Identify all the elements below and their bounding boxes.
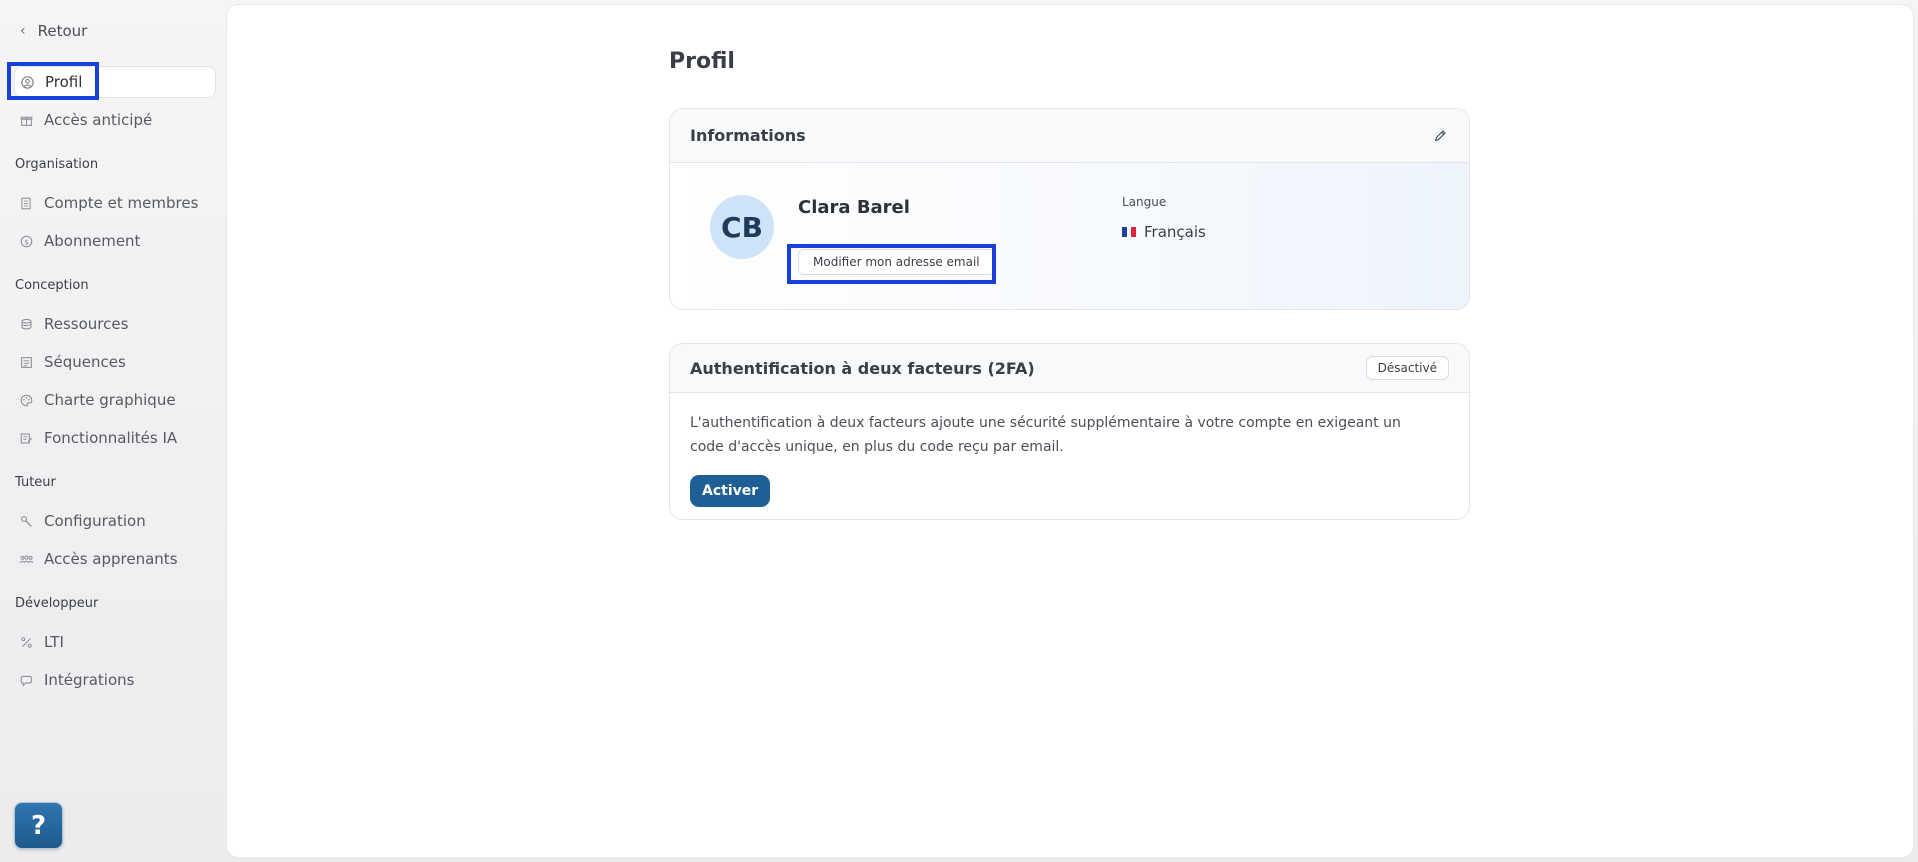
sidebar-item-label: Intégrations: [44, 671, 135, 689]
back-link[interactable]: ‹ Retour: [20, 22, 87, 40]
plug-icon: [18, 672, 34, 688]
sidebar-item-label: LTI: [44, 633, 64, 651]
sidebar-item-acces-anticipe[interactable]: Accès anticipé: [14, 104, 216, 136]
informations-card-header: Informations: [670, 109, 1469, 163]
sidebar-item-profil[interactable]: Profil: [14, 66, 216, 98]
twofa-card: Authentification à deux facteurs (2FA) D…: [669, 343, 1470, 520]
sidebar-item-lti[interactable]: LTI: [14, 626, 216, 658]
sidebar-item-label: Abonnement: [44, 232, 141, 250]
coin-icon: $: [18, 233, 34, 249]
pencil-icon[interactable]: [1431, 127, 1449, 145]
twofa-card-title: Authentification à deux facteurs (2FA): [690, 358, 1035, 378]
language-value: Français: [1122, 223, 1206, 241]
list-icon: [18, 354, 34, 370]
twofa-card-body: L'authentification à deux facteurs ajout…: [670, 393, 1469, 519]
language-label: Langue: [1122, 195, 1167, 209]
sidebar-item-label: Ressources: [44, 315, 129, 333]
main-panel: Profil Informations CB Clara Barel Modif…: [226, 4, 1914, 858]
sidebar-item-label: Configuration: [44, 512, 146, 530]
section-title-tuteur: Tuteur: [15, 475, 56, 490]
back-label: Retour: [37, 22, 88, 40]
twofa-card-header: Authentification à deux facteurs (2FA) D…: [670, 344, 1469, 393]
user-name: Clara Barel: [798, 197, 910, 218]
sidebar-item-label: Séquences: [44, 353, 126, 371]
chevron-left-icon: ‹: [20, 23, 26, 39]
sidebar-item-label: Fonctionnalités IA: [44, 429, 178, 447]
sidebar: ‹ Retour Profil Accès anticipé Organisat…: [0, 0, 225, 862]
informations-card-body: CB Clara Barel Modifier mon adresse emai…: [670, 163, 1469, 309]
page-title: Profil: [669, 49, 735, 74]
document-icon: [18, 195, 34, 211]
sidebar-item-charte-graphique[interactable]: Charte graphique: [14, 384, 216, 416]
avatar: CB: [710, 195, 774, 259]
database-icon: [18, 316, 34, 332]
sidebar-item-compte-et-membres[interactable]: Compte et membres: [14, 187, 216, 219]
sidebar-item-abonnement[interactable]: $ Abonnement: [14, 225, 216, 257]
sidebar-item-label: Profil: [45, 73, 83, 91]
twofa-description: L'authentification à deux facteurs ajout…: [690, 415, 1401, 455]
sidebar-item-label: Charte graphique: [44, 391, 176, 409]
percent-icon: [18, 634, 34, 650]
sidebar-item-label: Accès apprenants: [44, 550, 178, 568]
section-title-conception: Conception: [15, 278, 89, 293]
wrench-icon: [18, 513, 34, 529]
sidebar-item-sequences[interactable]: Séquences: [14, 346, 216, 378]
sidebar-item-label: Compte et membres: [44, 194, 199, 212]
palette-icon: [18, 392, 34, 408]
sidebar-item-configuration[interactable]: Configuration: [14, 505, 216, 537]
help-button[interactable]: ?: [14, 802, 63, 849]
french-flag-icon: [1122, 227, 1137, 237]
ai-edit-icon: [18, 430, 34, 446]
user-circle-icon: [19, 74, 35, 90]
sidebar-item-ressources[interactable]: Ressources: [14, 308, 216, 340]
svg-text:$: $: [24, 237, 29, 246]
sidebar-item-fonctionnalites-ia[interactable]: Fonctionnalités IA: [14, 422, 216, 454]
status-badge: Désactivé: [1365, 356, 1449, 380]
section-title-developpeur: Développeur: [15, 596, 99, 611]
language-value-text: Français: [1144, 223, 1206, 241]
section-title-organisation: Organisation: [15, 157, 99, 172]
activate-button[interactable]: Activer: [690, 475, 771, 507]
change-email-button[interactable]: Modifier mon adresse email: [798, 249, 995, 275]
sidebar-item-integrations[interactable]: Intégrations: [14, 664, 216, 696]
informations-card: Informations CB Clara Barel Modifier mon…: [669, 108, 1470, 310]
gift-icon: [18, 112, 34, 128]
sidebar-item-acces-apprenants[interactable]: Accès apprenants: [14, 543, 216, 575]
users-icon: [18, 551, 34, 567]
informations-card-title: Informations: [690, 126, 806, 145]
sidebar-item-label: Accès anticipé: [44, 111, 153, 129]
